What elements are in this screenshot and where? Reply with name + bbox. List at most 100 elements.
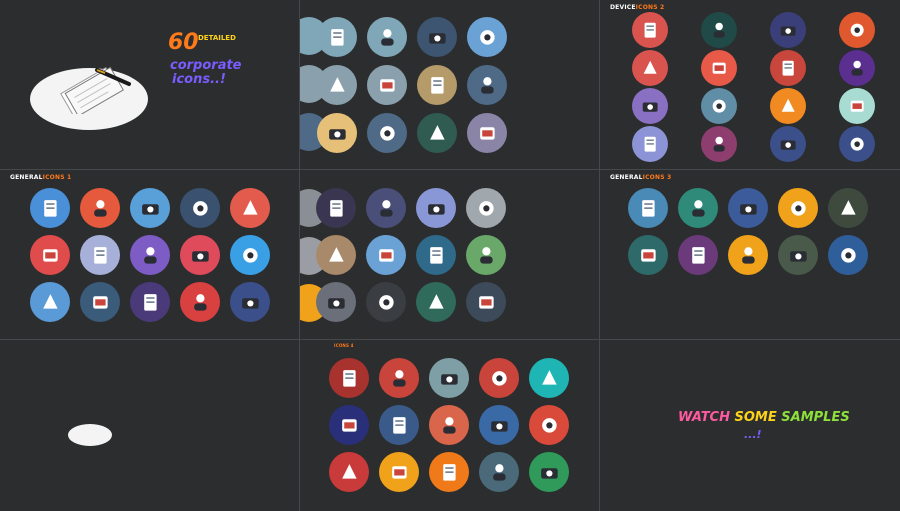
toolbox-icon [778,188,818,228]
burger-icon [329,358,369,398]
key-tag-icon [828,235,868,275]
cta-watch: WATCH [678,410,730,425]
general-icons-3-panel: GENERALICONS 3 [600,170,900,339]
money-plant-icon [678,188,718,228]
light-bulb-icon [728,188,768,228]
padlock-icon [30,282,70,322]
general3-title: GENERALICONS 3 [610,174,672,181]
employee-desk-icon [317,17,357,57]
alarm-light-icon [628,235,668,275]
general-icons-2-panel [300,170,599,339]
speaker-mute-icon [701,12,737,48]
popcorn-icon [379,405,419,445]
hero-number: 60 [168,30,199,55]
spray-bottle-icon [728,235,768,275]
hero-panel: 60 DETAILED corporate icons..! [0,0,299,169]
sushi-icon [529,452,569,492]
diamond-ring-icon [416,188,456,228]
door-icon [778,235,818,275]
printer-icon [701,126,737,162]
cloud-computer-icon [770,126,806,162]
joystick-icon [839,88,875,124]
food-title: ICONS 4 [334,343,354,348]
device-icons-panel: DEVICEICONS 2 [600,0,900,169]
sandwich-icon [529,358,569,398]
pen-icon [416,235,456,275]
hammer-icon [316,235,356,275]
wall-safe-icon [416,282,456,322]
atm-card-icon [628,188,668,228]
hamburger-icon [429,358,469,398]
businessman-icon [317,113,357,153]
device-title: DEVICEICONS 2 [610,4,665,11]
corporate-icons-panel [300,0,599,169]
empty-panel [0,340,299,511]
shopping-cart-icon [466,235,506,275]
hero-line2: icons..! [172,72,226,87]
hierarchy-icon [417,113,457,153]
calculator-icon [701,88,737,124]
medal-icon [130,282,170,322]
cta-text: WATCH SOME SAMPLES [678,410,850,425]
cash-stack-icon [678,235,718,275]
radio-icon [230,188,270,228]
document-icon [30,188,70,228]
trophy-icon [366,188,406,228]
meal-plate-icon [379,358,419,398]
support-agent-icon [467,17,507,57]
hero-line1: corporate [170,58,242,73]
calendar-icon [367,65,407,105]
growth-chart-icon [467,113,507,153]
soft-drink-icon [479,405,519,445]
wheelchair-icon [80,188,120,228]
pan-icon [130,188,170,228]
award-man-icon [417,17,457,57]
career-stairs-icon [467,65,507,105]
fire-extinguisher-icon [180,188,220,228]
hero-detailed: DETAILED [198,34,236,42]
presentation-board-icon [317,65,357,105]
fax-machine-icon [632,88,668,124]
gamepad-icon [839,12,875,48]
cordless-phone-icon [701,50,737,86]
food-icons-panel: ICONS 4 [300,340,599,511]
cta-dots: ...! [744,428,762,441]
fried-egg-icon [379,452,419,492]
scales-icon [366,235,406,275]
network-man-icon [367,113,407,153]
cta-samples: SAMPLES [781,410,850,425]
salad-plate-icon [329,452,369,492]
mobile-phone-icon [632,50,668,86]
cta-panel: WATCH SOME SAMPLES ...! [600,340,900,511]
cocktail-icon [180,235,220,275]
lock-safe-icon [80,282,120,322]
general1-title: GENERALICONS 1 [10,174,72,181]
donut-icon [429,452,469,492]
birthday-cake-icon [230,282,270,322]
notepad-pen-illustration [60,66,131,114]
coffee-cup-icon [417,65,457,105]
server-icon [839,126,875,162]
coffee-mug-icon [429,405,469,445]
hot-air-balloon-icon [230,235,270,275]
webcam-icon [632,12,668,48]
newspaper-icon [30,235,70,275]
small-plate [68,424,112,446]
french-fries-icon [329,405,369,445]
speaker-icon [770,12,806,48]
ticket-battery-icon [839,50,875,86]
general-icons-1-panel: GENERALICONS 1 [0,170,299,339]
magic-wand-icon [316,188,356,228]
video-camera-icon [770,50,806,86]
roast-chicken-icon [479,452,519,492]
desk-lamp-icon [80,235,120,275]
trash-bin-icon [466,188,506,228]
target-icon [828,188,868,228]
cta-some: SOME [734,410,777,425]
pizza-slice-icon [479,358,519,398]
eye-icon [180,282,220,322]
presenter-icon [367,17,407,57]
mouse-icon [632,126,668,162]
gift-box-icon [366,282,406,322]
ticket-icon [466,282,506,322]
